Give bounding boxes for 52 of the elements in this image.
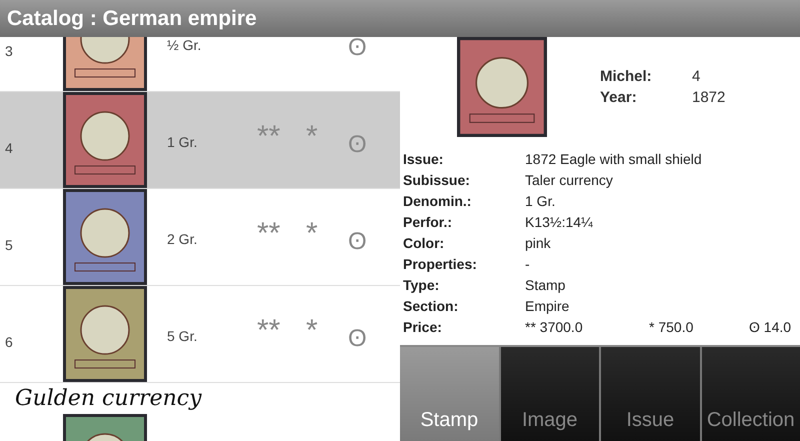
denomination: ½ Gr. (167, 37, 202, 55)
row-number: 6 (4, 332, 14, 352)
tab[interactable]: Issue (601, 347, 700, 441)
field-label: Subissue: (403, 171, 471, 190)
tab[interactable]: Image (500, 347, 599, 441)
field-value: Taler currency (525, 171, 613, 190)
field-value: Stamp (525, 276, 566, 295)
tab[interactable]: Stamp (400, 347, 498, 441)
tab[interactable]: Collection (702, 347, 800, 441)
field-value: 1 Gr. (525, 192, 556, 211)
stamp-row[interactable]: 5 2 Gr. ** * ʘ (0, 189, 400, 286)
field-value: ** 3700.0 (525, 318, 584, 337)
field-value: 1872 (692, 88, 726, 108)
used-price-mark: ʘ (348, 324, 367, 354)
used-price-mark: ʘ (348, 37, 367, 63)
field-label: Year: (600, 88, 638, 108)
stamp-row[interactable]: 6 5 Gr. ** * ʘ (0, 286, 400, 383)
denomination: 5 Gr. (167, 327, 198, 346)
field-value: Empire (525, 297, 570, 316)
stamp-row[interactable]: 3 ½ Gr. ʘ (0, 37, 400, 92)
row-number: 4 (4, 138, 14, 158)
field-label: Perfor.: (403, 213, 454, 232)
app-title: Catalog : German empire (7, 6, 257, 32)
field-label: Type: (403, 276, 440, 295)
hinged-price-mark: * (306, 316, 318, 346)
denomination: 1 Gr. (167, 133, 198, 152)
used-price-mark: ʘ (348, 130, 367, 160)
field-value: 4 (692, 67, 702, 87)
mint-price-mark: ** (257, 122, 280, 152)
field-label: Michel: (600, 67, 653, 87)
field-label: Denomin.: (403, 192, 472, 211)
section-header: Gulden currency (14, 385, 203, 413)
mint-price-mark: ** (257, 219, 280, 249)
field-value: * 750.0 (649, 318, 694, 337)
stamp-row[interactable]: 4 1 Gr. ** * ʘ (0, 92, 400, 189)
hinged-price-mark: * (306, 219, 318, 249)
mint-price-mark: ** (257, 316, 280, 346)
denomination: 2 Gr. (167, 230, 198, 249)
hinged-price-mark: * (306, 122, 318, 152)
field-label: Color: (403, 234, 446, 253)
field-value: 1872 Eagle with small shield (525, 150, 702, 169)
field-value: - (525, 255, 530, 274)
field-label: Section: (403, 297, 460, 316)
row-number: 3 (4, 42, 14, 60)
field-value: K13½:14¼ (525, 213, 593, 232)
field-value: pink (525, 234, 551, 253)
used-price-mark: ʘ (348, 227, 367, 257)
field-label: Properties: (403, 255, 478, 274)
row-number: 5 (4, 236, 14, 254)
field-value: ʘ 14.0 (749, 318, 792, 337)
field-label: Price: (403, 318, 443, 337)
field-label: Issue: (403, 150, 444, 169)
